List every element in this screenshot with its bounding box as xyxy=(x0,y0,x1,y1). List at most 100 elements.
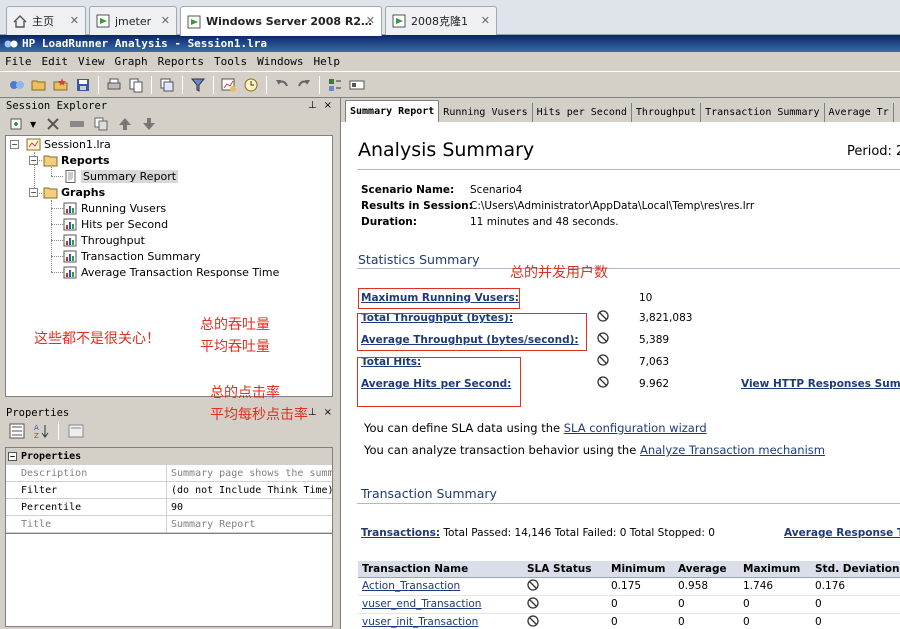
open-template-icon[interactable] xyxy=(50,75,72,95)
annotation-hits-average: 平均每秒点击率 xyxy=(210,407,308,423)
sla-wizard-link[interactable]: SLA configuration wizard xyxy=(564,421,707,435)
menu-windows[interactable]: Windows xyxy=(252,55,308,68)
transactions-link[interactable]: Transactions: xyxy=(361,527,440,539)
folder-icon xyxy=(43,154,58,167)
graph-settings-icon[interactable] xyxy=(218,75,240,95)
bar-chart-icon xyxy=(63,250,78,263)
transaction-name-link[interactable]: vuser_init_Transaction xyxy=(358,613,523,629)
menu-edit[interactable]: Edit xyxy=(37,55,74,68)
property-row-title[interactable]: Title Summary Report xyxy=(6,516,332,533)
close-icon[interactable]: × xyxy=(324,407,332,418)
delete-icon[interactable] xyxy=(42,114,64,134)
menu-tools[interactable]: Tools xyxy=(209,55,252,68)
undo-icon[interactable] xyxy=(271,75,293,95)
menu-help[interactable]: Help xyxy=(308,55,345,68)
transaction-name-link[interactable]: Action_Transaction xyxy=(358,577,523,596)
copy-icon[interactable] xyxy=(125,75,147,95)
no-sla-icon xyxy=(597,332,609,344)
filter-icon[interactable] xyxy=(187,75,209,95)
folder-icon xyxy=(43,186,58,199)
collapse-category-icon[interactable]: − xyxy=(8,451,17,461)
collapse-reports-icon[interactable]: − xyxy=(29,156,38,165)
menu-graph[interactable]: Graph xyxy=(110,55,153,68)
tree-reports-folder[interactable]: Reports xyxy=(43,152,110,168)
divider xyxy=(357,169,900,170)
transaction-name-link[interactable]: vuser_end_Transaction xyxy=(358,595,523,614)
move-up-icon[interactable] xyxy=(114,114,136,134)
sort-alphabetical-icon[interactable]: AZ xyxy=(30,421,52,441)
rename-icon[interactable] xyxy=(66,114,88,134)
browser-tab-home[interactable]: 主页 ✕ xyxy=(6,6,86,35)
session-file-icon xyxy=(26,138,41,151)
pin-icon[interactable]: ⊥ xyxy=(308,407,317,418)
tab-throughput[interactable]: Throughput xyxy=(632,103,702,122)
close-icon[interactable]: ✕ xyxy=(70,14,79,27)
browser-tab-windows-server[interactable]: Windows Server 2008 R2 ... ✕ xyxy=(180,6,382,36)
tab-running-vusers[interactable]: Running Vusers xyxy=(439,103,533,122)
menu-view[interactable]: View xyxy=(73,55,110,68)
average-response-time-link[interactable]: Average Response T xyxy=(784,527,900,539)
tree-graphs-folder[interactable]: Graphs xyxy=(43,184,105,200)
tree-graph-throughput[interactable]: Throughput xyxy=(63,232,145,248)
categorized-icon[interactable] xyxy=(6,421,28,441)
analyze-line: You can analyze transaction behavior usi… xyxy=(364,443,825,457)
no-sla-icon xyxy=(597,376,609,388)
close-icon[interactable]: × xyxy=(324,100,332,111)
clock-icon[interactable] xyxy=(240,75,262,95)
redo-icon[interactable] xyxy=(293,75,315,95)
menu-file[interactable]: File xyxy=(0,55,37,68)
tree-session[interactable]: Session1.lra xyxy=(26,136,111,152)
pin-icon[interactable]: ⊥ xyxy=(308,100,317,111)
tree-report-summary[interactable]: Summary Report xyxy=(63,168,179,184)
properties-icon[interactable] xyxy=(346,75,368,95)
property-pages-icon[interactable] xyxy=(65,421,87,441)
new-session-icon[interactable] xyxy=(6,75,28,95)
collapse-graphs-icon[interactable]: − xyxy=(29,188,38,197)
collapse-session-icon[interactable]: − xyxy=(10,140,19,149)
properties-grid: − Properties Description Summary page sho… xyxy=(5,447,333,534)
close-icon[interactable]: ✕ xyxy=(366,14,375,27)
tree-graph-avg-transaction-response-time[interactable]: Average Transaction Response Time xyxy=(63,264,279,280)
menu-reports[interactable]: Reports xyxy=(153,55,209,68)
property-row-description[interactable]: Description Summary page shows the summ xyxy=(6,465,332,482)
save-icon[interactable] xyxy=(72,75,94,95)
toolbar-separator xyxy=(98,75,99,94)
analyze-transaction-link[interactable]: Analyze Transaction mechanism xyxy=(640,443,825,457)
duplicate-icon[interactable] xyxy=(156,75,178,95)
browser-tab-jmeter[interactable]: jmeter ✕ xyxy=(89,6,177,35)
view-http-responses-link[interactable]: View HTTP Responses Summ xyxy=(741,378,900,390)
transaction-summary-heading: Transaction Summary xyxy=(361,486,497,501)
duplicate-item-icon[interactable] xyxy=(90,114,112,134)
browser-tab-2008-clone[interactable]: 2008克隆1 ✕ xyxy=(385,6,497,35)
properties-category[interactable]: − Properties xyxy=(6,448,332,465)
add-dropdown-icon[interactable]: ▼ xyxy=(30,120,36,129)
tree-graph-hits-per-second[interactable]: Hits per Second xyxy=(63,216,168,232)
properties-grid-empty xyxy=(5,534,333,627)
table-row: vuser_init_Transaction 0 0 0 0 xyxy=(358,613,900,629)
tab-hits-per-second[interactable]: Hits per Second xyxy=(533,103,632,122)
tab-summary-report[interactable]: Summary Report xyxy=(345,100,440,122)
move-down-icon[interactable] xyxy=(138,114,160,134)
close-icon[interactable]: ✕ xyxy=(161,14,170,27)
stat-value: 10 xyxy=(639,292,653,304)
vm-icon xyxy=(187,15,201,29)
col-transaction-name: Transaction Name xyxy=(358,561,523,578)
scenario-name-row: Scenario Name: Scenario4 xyxy=(361,184,523,196)
col-maximum: Maximum xyxy=(739,561,811,578)
legend-icon[interactable] xyxy=(324,75,346,95)
property-row-percentile[interactable]: Percentile 90 xyxy=(6,499,332,516)
tree-graph-transaction-summary[interactable]: Transaction Summary xyxy=(63,248,201,264)
app-title-bar: HP LoadRunner Analysis - Session1.lra xyxy=(0,35,900,52)
toolbar-separator xyxy=(213,75,214,94)
duration-row: Duration: 11 minutes and 48 seconds. xyxy=(361,216,619,228)
add-icon[interactable] xyxy=(6,114,28,134)
print-icon[interactable] xyxy=(103,75,125,95)
tab-transaction-summary[interactable]: Transaction Summary xyxy=(701,103,825,122)
open-folder-icon[interactable] xyxy=(28,75,50,95)
session-explorer-header: Session Explorer ⊥ × xyxy=(0,98,338,113)
tab-average-transaction[interactable]: Average Tr xyxy=(825,103,894,122)
tree-graph-running-vusers[interactable]: Running Vusers xyxy=(63,200,166,216)
property-row-filter[interactable]: Filter (do not Include Think Time) xyxy=(6,482,332,499)
left-panel: Session Explorer ⊥ × ▼ − Session1.lra − … xyxy=(0,98,338,629)
close-icon[interactable]: ✕ xyxy=(481,14,490,27)
